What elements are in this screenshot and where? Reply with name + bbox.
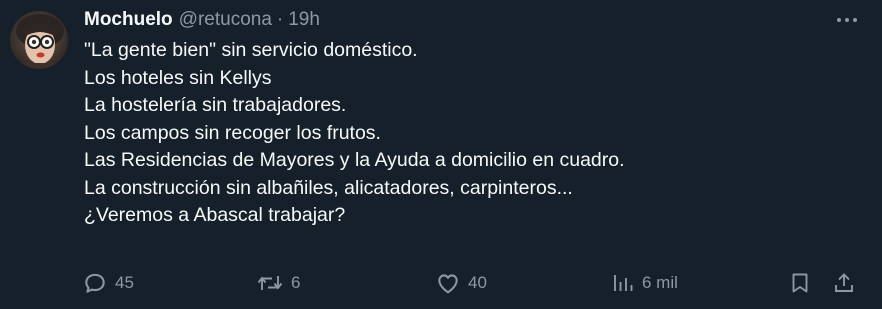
retweet-icon [257,276,283,290]
reply-button[interactable]: 45 [82,268,134,298]
tweet-actions: 45 6 40 6 mil [0,268,882,298]
tweet-text-line: Las Residencias de Mayores y la Ayuda a … [84,149,625,171]
views-icon [614,275,633,291]
bookmark-button[interactable] [788,268,812,298]
tweet-text-line: "La gente bien" sin servicio doméstico. [84,39,418,61]
avatar[interactable] [10,11,68,69]
tweet-text-line: La construcción sin albañiles, alicatado… [84,176,573,199]
share-icon [835,273,853,292]
display-name[interactable]: Mochuelo [84,8,173,32]
bookmark-icon [792,273,808,293]
like-button[interactable]: 40 [435,268,487,298]
tweet-text-line: La hostelería sin trabajadores. [84,94,347,116]
more-horizontal-icon [837,18,857,22]
views-count: 6 mil [642,273,678,292]
reply-count: 45 [115,273,134,292]
views-button[interactable]: 6 mil [611,268,678,298]
user-handle[interactable]: @retucona [179,8,272,32]
tweet-text-line: Los campos sin recoger los frutos. [84,121,381,144]
more-options-button[interactable] [834,10,862,30]
heart-icon [438,274,458,294]
share-button[interactable] [832,268,856,298]
retweet-button[interactable]: 6 [256,268,300,298]
retweet-count: 6 [291,273,301,292]
tweet-header: Mochuelo @retucona · 19h [84,8,320,32]
reply-icon [85,273,105,293]
tweet-text-line: Los hoteles sin Kellys [84,66,272,89]
timestamp[interactable]: 19h [288,8,320,32]
separator-dot: · [276,9,284,30]
tweet-text: "La gente bien" sin servicio doméstico. … [84,37,625,230]
like-count: 40 [468,273,487,292]
tweet-text-line: ¿Veremos a Abascal trabajar? [84,204,346,226]
